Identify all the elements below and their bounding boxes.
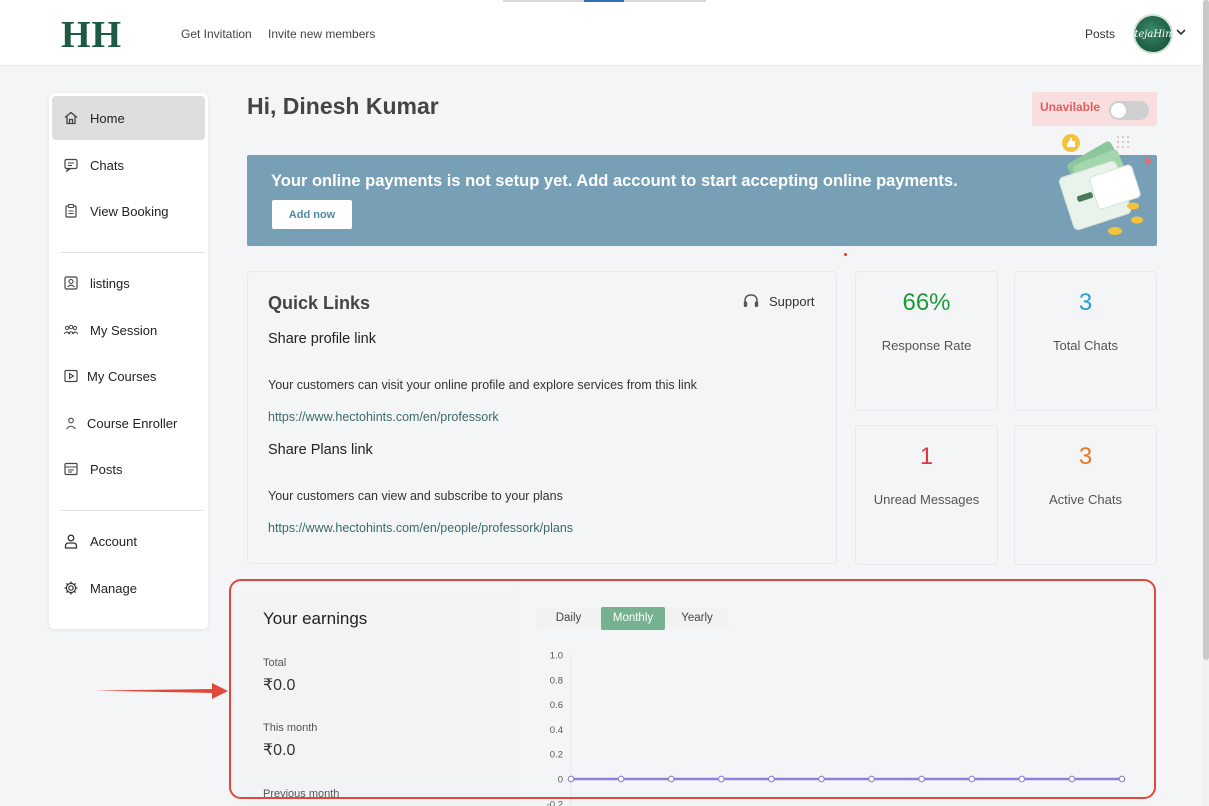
profile-url-link[interactable]: https://www.hectohints.com/en/professork — [268, 410, 499, 424]
avatar[interactable]: tejaHin — [1133, 14, 1173, 54]
sidebar-item-label: My Courses — [87, 368, 157, 384]
stat-total-chats: 3 Total Chats — [1014, 271, 1157, 411]
y-tick-label: -0.2 — [547, 799, 563, 806]
sidebar-item-label: Account — [90, 533, 137, 549]
sidebar-item-listings[interactable]: listings — [52, 261, 205, 305]
sidebar-divider — [61, 510, 204, 511]
stat-unread-messages: 1 Unread Messages — [855, 425, 998, 565]
headset-icon — [743, 294, 759, 307]
sidebar: Home Chats View Booking listings My Sess… — [49, 93, 208, 629]
home-icon — [64, 111, 78, 125]
stat-label: Active Chats — [1049, 492, 1122, 507]
annotation-arrow-icon — [94, 683, 228, 699]
stat-label: Total Chats — [1052, 338, 1119, 353]
group-icon — [63, 324, 79, 335]
availability-toggle-box: Unavilable — [1032, 92, 1157, 126]
stat-value: 1 — [919, 443, 934, 470]
sidebar-item-course-enroller[interactable]: Course Enroller — [52, 401, 205, 445]
sidebar-item-label: My Session — [90, 322, 158, 338]
scrollbar[interactable] — [1203, 0, 1209, 806]
sidebar-item-manage[interactable]: Manage — [52, 566, 205, 610]
sidebar-item-label: Chats — [90, 157, 124, 173]
sidebar-item-my-session[interactable]: My Session — [52, 308, 205, 352]
quick-links-title: Quick Links — [268, 293, 371, 313]
stat-value: 3 — [1078, 443, 1093, 470]
availability-toggle[interactable] — [1109, 101, 1149, 120]
sidebar-item-label: Manage — [90, 580, 137, 596]
account-icon — [64, 534, 78, 549]
sidebar-item-label: Home — [90, 110, 125, 126]
stat-label: Response Rate — [881, 338, 972, 353]
sidebar-item-chats[interactable]: Chats — [52, 143, 205, 187]
sidebar-item-home[interactable]: Home — [52, 96, 205, 140]
sidebar-item-view-booking[interactable]: View Booking — [52, 189, 205, 233]
payments-banner: Your online payments is not setup yet. A… — [247, 155, 1157, 246]
window-icon — [64, 462, 78, 476]
quick-links-card: Quick Links Support Share profile link Y… — [247, 271, 837, 564]
earnings-highlight-box — [229, 579, 1156, 799]
play-square-icon — [64, 369, 78, 383]
stat-label: Unread Messages — [873, 492, 980, 507]
sidebar-item-label: Posts — [90, 461, 123, 477]
support-button[interactable]: Support — [742, 292, 815, 310]
gear-icon — [64, 581, 78, 595]
availability-label: Unavilable — [1040, 100, 1101, 114]
indicator-dot — [844, 253, 847, 256]
share-profile-desc: Your customers can visit your online pro… — [268, 378, 697, 392]
banner-text: Your online payments is not setup yet. A… — [271, 172, 958, 190]
sidebar-item-posts[interactable]: Posts — [52, 447, 205, 491]
share-profile-title: Share profile link — [268, 331, 376, 347]
top-header: HH Get Invitation Invite new members Pos… — [0, 0, 1203, 66]
logo[interactable]: HH — [61, 13, 122, 57]
get-invitation-link[interactable]: Get Invitation — [181, 27, 252, 41]
sidebar-divider — [61, 252, 204, 253]
invite-members-link[interactable]: Invite new members — [268, 27, 375, 41]
clipboard-icon — [65, 203, 77, 218]
wallet-illustration-icon — [1058, 134, 1151, 235]
stat-active-chats: 3 Active Chats — [1014, 425, 1157, 565]
chat-icon — [64, 158, 78, 173]
stat-value: 66% — [902, 289, 951, 316]
add-now-button[interactable]: Add now — [272, 200, 352, 229]
chevron-down-icon[interactable] — [1175, 26, 1187, 38]
page-loading-strip — [503, 0, 706, 2]
posts-link[interactable]: Posts — [1085, 27, 1115, 41]
sidebar-item-label: View Booking — [90, 203, 169, 219]
stat-response-rate: 66% Response Rate — [855, 271, 998, 411]
id-card-icon — [64, 276, 78, 290]
share-plans-title: Share Plans link — [268, 442, 373, 458]
page-title: Hi, Dinesh Kumar — [247, 93, 439, 119]
user-icon — [66, 417, 76, 430]
sidebar-item-account[interactable]: Account — [52, 519, 205, 563]
sidebar-item-label: Course Enroller — [87, 415, 178, 431]
share-plans-desc: Your customers can view and subscribe to… — [268, 489, 563, 503]
sidebar-item-label: listings — [90, 275, 130, 291]
plans-url-link[interactable]: https://www.hectohints.com/en/people/pro… — [268, 521, 573, 535]
sidebar-item-my-courses[interactable]: My Courses — [52, 354, 205, 398]
stat-value: 3 — [1078, 289, 1093, 316]
